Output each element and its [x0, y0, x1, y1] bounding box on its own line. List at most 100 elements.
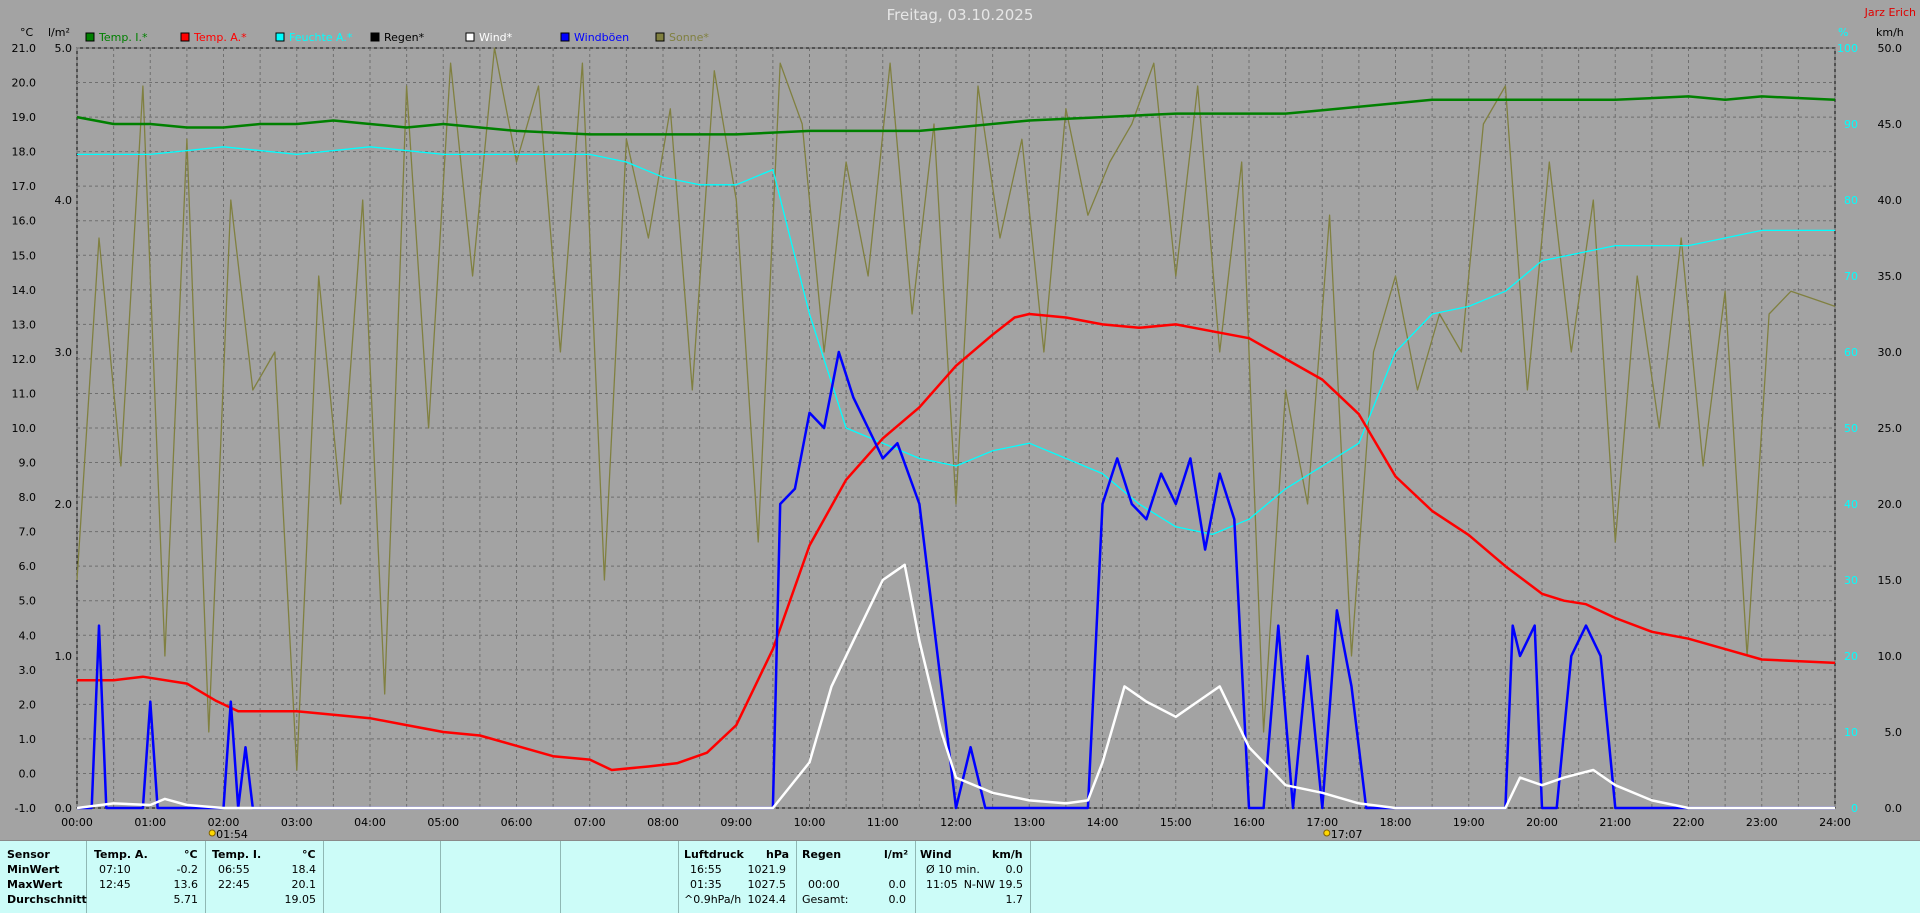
time-tick-label: 10:00 — [794, 816, 826, 829]
rain-tick-label: 4.0 — [55, 194, 73, 207]
time-tick-label: 03:00 — [281, 816, 313, 829]
rain-unit-label: l/m² — [48, 26, 70, 39]
wind-header: Wind — [920, 848, 952, 861]
sunrise-label: 01:54 — [216, 828, 248, 840]
time-tick-label: 05:00 — [427, 816, 459, 829]
row-label-avg: Durchschnitt — [7, 893, 87, 906]
time-tick-label: 19:00 — [1453, 816, 1485, 829]
sensor-header: Sensor — [7, 848, 50, 861]
row-label-min: MinWert — [7, 863, 60, 876]
temp-tick-label: 14.0 — [12, 284, 37, 297]
temp-tick-label: 1.0 — [19, 733, 37, 746]
pct-tick-label: 10 — [1844, 726, 1858, 739]
temp-i-min-val: 18.4 — [291, 863, 317, 876]
legend-label: Windböen — [574, 31, 629, 44]
rain-tick-label: 3.0 — [55, 346, 73, 359]
rain-max-time: 00:00 — [808, 878, 840, 891]
temp-tick-label: 6.0 — [19, 560, 37, 573]
temp-tick-label: 10.0 — [12, 422, 37, 435]
time-tick-label: 14:00 — [1087, 816, 1119, 829]
wind-tick-label: 0.0 — [1885, 802, 1903, 815]
grid — [76, 47, 1836, 809]
pressure-trend-val: 1024.4 — [747, 893, 787, 906]
author-label: Jarz Erich — [1864, 6, 1916, 19]
legend-swatch — [655, 32, 665, 42]
legend-swatch — [465, 32, 475, 42]
wind-mean: 1.7 — [1005, 893, 1024, 906]
rain-tick-label: 0.0 — [55, 802, 73, 815]
temp-a-header: Temp. A. — [94, 848, 148, 861]
time-tick-label: 16:00 — [1233, 816, 1265, 829]
pct-tick-label: 40 — [1844, 498, 1858, 511]
wind-unit-label: km/h — [1876, 26, 1904, 39]
rain-header: Regen — [802, 848, 842, 861]
temp-tick-label: 17.0 — [12, 180, 37, 193]
temp-tick-label: 16.0 — [12, 215, 37, 228]
pct-tick-label: 20 — [1844, 650, 1858, 663]
pressure-max-time: 01:35 — [690, 878, 722, 891]
temp-a-max-val: 13.6 — [173, 878, 199, 891]
rain-tick-label: 2.0 — [55, 498, 73, 511]
temp-a-max-time: 12:45 — [99, 878, 131, 891]
time-tick-label: 24:00 — [1819, 816, 1851, 829]
legend: Temp. I.* Temp. A.* Feuchte A.* Regen* Wind*… — [85, 31, 709, 44]
temp-tick-label: 18.0 — [12, 146, 37, 159]
wind-tick-label: 30.0 — [1878, 346, 1903, 359]
temp-tick-label: 3.0 — [19, 664, 37, 677]
legend-swatch — [180, 32, 190, 42]
rain-tick-label: 5.0 — [55, 42, 73, 55]
axis-labels: 21.0 20.0 19.0 18.0 17.0 16.0 15.0 14.0 13.0 12.0… — [12, 26, 1904, 840]
weather-chart: 21.0 20.0 19.0 18.0 17.0 16.0 15.0 14.0 13.0 12.0… — [12, 6, 1917, 840]
temp-tick-label: -1.0 — [15, 802, 36, 815]
temp-tick-label: 15.0 — [12, 249, 37, 262]
wind-tick-label: 45.0 — [1878, 118, 1903, 131]
rain-max-val: 0.0 — [888, 878, 907, 891]
wind-tick-label: 20.0 — [1878, 498, 1903, 511]
pressure-min-time: 16:55 — [690, 863, 722, 876]
time-tick-label: 00:00 — [61, 816, 93, 829]
wind-unit: km/h — [992, 848, 1023, 861]
pct-tick-label: 70 — [1844, 270, 1858, 283]
statistics-table: Sensor MinWert MaxWert Durchschnitt Temp… — [0, 840, 1920, 913]
pct-tick-label: 0 — [1851, 802, 1858, 815]
pressure-header: Luftdruck — [684, 848, 744, 861]
legend-label: Temp. A.* — [193, 31, 247, 44]
wind-tick-label: 40.0 — [1878, 194, 1903, 207]
time-tick-label: 15:00 — [1160, 816, 1192, 829]
rain-total-label: Gesamt: — [802, 893, 849, 906]
pressure-min-val: 1021.9 — [747, 863, 787, 876]
temp-i-min-time: 06:55 — [218, 863, 250, 876]
temp-i-avg: 19.05 — [284, 893, 317, 906]
pct-tick-label: 30 — [1844, 574, 1858, 587]
time-tick-label: 12:00 — [940, 816, 972, 829]
temp-tick-label: 4.0 — [19, 629, 37, 642]
temp-tick-label: 0.0 — [19, 767, 37, 780]
legend-label: Temp. I.* — [98, 31, 148, 44]
temp-i-unit: °C — [302, 848, 316, 861]
row-label-max: MaxWert — [7, 878, 63, 891]
pressure-unit: hPa — [766, 848, 790, 861]
chart-title: Freitag, 03.10.2025 — [887, 6, 1034, 24]
legend-label: Wind* — [479, 31, 513, 44]
temp-tick-label: 2.0 — [19, 698, 37, 711]
wind-max-time: 11:05 — [926, 878, 958, 891]
temp-tick-label: 7.0 — [19, 526, 37, 539]
temp-i-max-val: 20.1 — [291, 878, 317, 891]
temp-tick-label: 11.0 — [12, 387, 37, 400]
temp-tick-label: 12.0 — [12, 353, 37, 366]
time-tick-label: 23:00 — [1746, 816, 1778, 829]
temp-a-avg: 5.71 — [173, 893, 199, 906]
legend-swatch — [370, 32, 380, 42]
temp-tick-label: 21.0 — [12, 42, 37, 55]
wind-tick-label: 5.0 — [1885, 726, 1903, 739]
wind-max-val: N-NW 19.5 — [963, 878, 1023, 891]
time-tick-label: 04:00 — [354, 816, 386, 829]
pct-tick-label: 60 — [1844, 346, 1858, 359]
temp-unit-label: °C — [20, 26, 34, 39]
sunset-icon — [1323, 829, 1331, 837]
sunrise-icon — [208, 829, 216, 837]
time-tick-label: 07:00 — [574, 816, 606, 829]
pct-tick-label: 50 — [1844, 422, 1858, 435]
temp-i-header: Temp. I. — [212, 848, 262, 861]
wind-tick-label: 35.0 — [1878, 270, 1903, 283]
